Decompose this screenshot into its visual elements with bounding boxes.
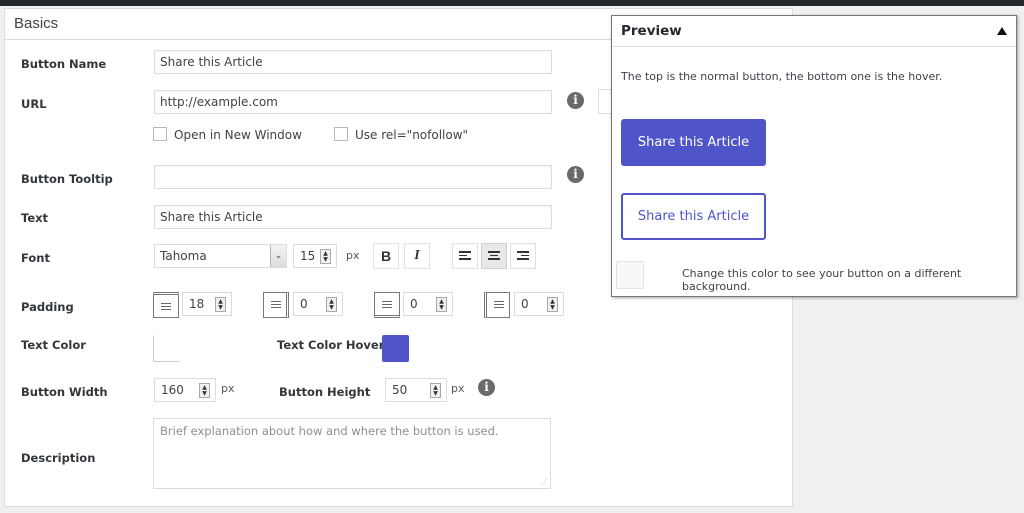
background-color-swatch[interactable] xyxy=(616,261,644,289)
spin-arrows-icon[interactable]: ▲▼ xyxy=(320,249,331,264)
text-color-label: Text Color xyxy=(21,338,86,352)
padding-top-value: 18 xyxy=(189,297,204,311)
italic-icon: I xyxy=(414,248,419,263)
bold-button[interactable]: B xyxy=(373,243,399,269)
button-height-value: 50 xyxy=(392,383,407,397)
align-right-icon xyxy=(517,251,529,262)
chevron-down-icon: ⌄ xyxy=(270,245,286,267)
background-color-note: Change this color to see your button on … xyxy=(682,267,1016,293)
padding-left-value: 0 xyxy=(521,297,529,311)
tooltip-info-icon[interactable]: i xyxy=(567,166,584,183)
bold-icon: B xyxy=(381,248,391,264)
open-new-window-checkbox[interactable] xyxy=(153,127,167,141)
padding-top-icon xyxy=(153,292,179,318)
font-size-unit: px xyxy=(346,249,360,262)
collapse-triangle-icon[interactable] xyxy=(997,27,1007,35)
align-center-button[interactable] xyxy=(481,243,507,269)
tooltip-input[interactable] xyxy=(154,165,552,189)
button-name-input[interactable]: Share this Article xyxy=(154,50,552,74)
tooltip-label: Button Tooltip xyxy=(21,172,113,186)
font-size-spinner[interactable]: 15 ▲▼ xyxy=(293,244,337,268)
font-size-value: 15 xyxy=(300,249,315,263)
padding-top-spinner[interactable]: 18 ▲▼ xyxy=(182,292,232,316)
button-height-label: Button Height xyxy=(279,385,370,399)
padding-label: Padding xyxy=(21,300,74,314)
resize-grip-icon[interactable]: ⋰ xyxy=(541,478,548,486)
button-width-spinner[interactable]: 160 ▲▼ xyxy=(154,378,216,402)
font-label: Font xyxy=(21,251,50,265)
spin-arrows-icon[interactable]: ▲▼ xyxy=(436,297,447,312)
partially-hidden-button[interactable] xyxy=(598,89,612,114)
url-info-icon[interactable]: i xyxy=(567,92,584,109)
preview-panel: Preview The top is the normal button, th… xyxy=(611,15,1017,297)
admin-top-bar xyxy=(0,0,1024,6)
preview-note: The top is the normal button, the bottom… xyxy=(621,70,942,83)
padding-left-icon xyxy=(484,292,510,318)
font-family-select[interactable]: Tahoma ⌄ xyxy=(154,244,287,268)
url-label: URL xyxy=(21,97,47,111)
button-height-unit: px xyxy=(451,382,465,395)
align-center-icon xyxy=(488,251,500,262)
button-width-label: Button Width xyxy=(21,385,108,399)
text-input[interactable]: Share this Article xyxy=(154,205,552,229)
button-height-spinner[interactable]: 50 ▲▼ xyxy=(385,378,447,402)
padding-right-spinner[interactable]: 0 ▲▼ xyxy=(293,292,343,316)
text-color-swatch[interactable] xyxy=(153,335,180,362)
spin-arrows-icon[interactable]: ▲▼ xyxy=(326,297,337,312)
padding-right-icon xyxy=(263,292,289,318)
align-left-button[interactable] xyxy=(452,243,478,269)
open-new-window-label[interactable]: Open in New Window xyxy=(174,128,302,142)
padding-bottom-icon xyxy=(374,292,400,318)
nofollow-label[interactable]: Use rel="nofollow" xyxy=(355,128,468,142)
preview-normal-button[interactable]: Share this Article xyxy=(621,119,766,166)
text-color-hover-swatch[interactable] xyxy=(382,335,409,362)
text-label: Text xyxy=(21,211,48,225)
spin-arrows-icon[interactable]: ▲▼ xyxy=(199,383,210,398)
padding-bottom-spinner[interactable]: 0 ▲▼ xyxy=(403,292,453,316)
preview-title: Preview xyxy=(621,23,682,39)
description-placeholder: Brief explanation about how and where th… xyxy=(160,424,499,438)
button-width-unit: px xyxy=(221,382,235,395)
align-left-icon xyxy=(459,251,471,262)
button-name-label: Button Name xyxy=(21,57,106,71)
align-right-button[interactable] xyxy=(510,243,536,269)
spin-arrows-icon[interactable]: ▲▼ xyxy=(430,383,441,398)
url-input[interactable]: http://example.com xyxy=(154,90,552,114)
description-textarea[interactable]: Brief explanation about how and where th… xyxy=(153,418,551,489)
preview-hover-button[interactable]: Share this Article xyxy=(621,193,766,240)
text-color-hover-label: Text Color Hover xyxy=(277,338,384,352)
size-info-icon[interactable]: i xyxy=(478,379,495,396)
nofollow-checkbox[interactable] xyxy=(334,127,348,141)
italic-button[interactable]: I xyxy=(404,243,430,269)
spin-arrows-icon[interactable]: ▲▼ xyxy=(547,297,558,312)
spin-arrows-icon[interactable]: ▲▼ xyxy=(215,297,226,312)
button-width-value: 160 xyxy=(161,383,184,397)
padding-bottom-value: 0 xyxy=(410,297,418,311)
padding-right-value: 0 xyxy=(300,297,308,311)
font-family-value: Tahoma xyxy=(160,249,207,263)
preview-header[interactable]: Preview xyxy=(612,16,1016,47)
description-label: Description xyxy=(21,451,95,465)
padding-left-spinner[interactable]: 0 ▲▼ xyxy=(514,292,564,316)
